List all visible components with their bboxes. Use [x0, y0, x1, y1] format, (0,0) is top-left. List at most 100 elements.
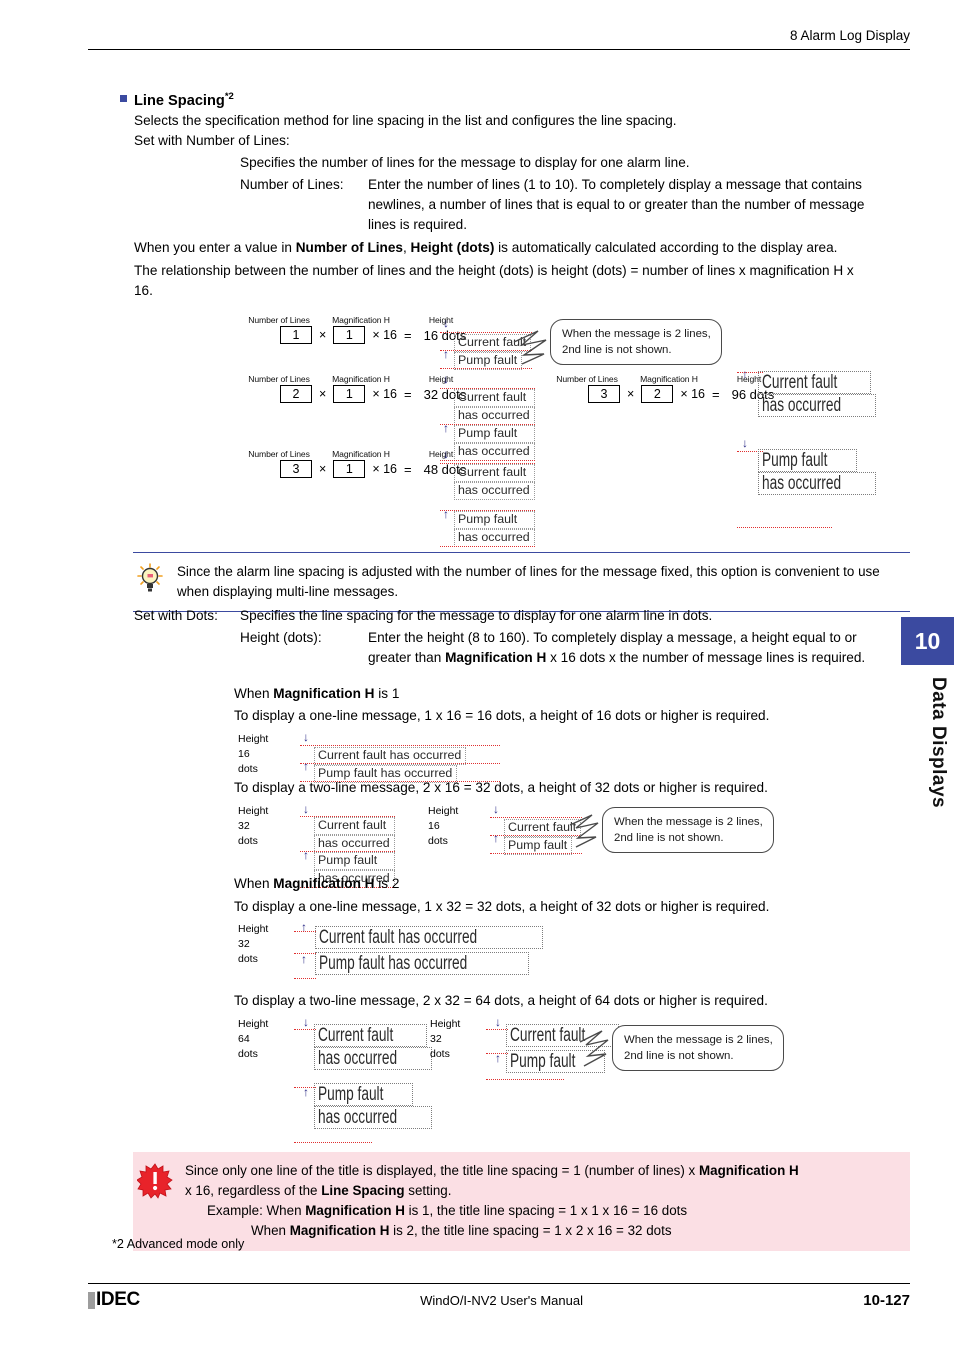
- section-body: Selects the specification method for lin…: [134, 111, 894, 301]
- page-footer: IDEC WindO/I-NV2 User's Manual 10-127: [88, 1289, 910, 1311]
- lines-value-1[interactable]: 1: [280, 326, 312, 344]
- idec-logo: IDEC: [88, 1289, 140, 1311]
- arrow-down-icon-32c: ↓: [495, 1015, 501, 1029]
- big-text-pf-64: Pump fault: [318, 1084, 384, 1105]
- boundary-line-32ba: [294, 931, 316, 932]
- boundary-line-64c: [294, 1142, 372, 1143]
- big-text-pfho-32b: Pump fault has occurred: [319, 953, 468, 974]
- message-line-pf-32a: Pump fault: [314, 852, 395, 870]
- page-header: 8 Alarm Log Display: [88, 28, 910, 50]
- height-caption-label-16b: Height: [428, 805, 459, 817]
- calc-header-lines-2: Number of Lines: [248, 374, 310, 384]
- warning-burst-icon: [133, 1161, 177, 1241]
- arrow-down-icon-big-1: ↓: [742, 436, 748, 450]
- warning-box: Since only one line of the title is disp…: [133, 1152, 910, 1251]
- callout-bubble-2: When the message is 2 lines, 2nd line is…: [602, 807, 774, 853]
- boundary-line-32cb: [486, 1053, 508, 1054]
- mag2-one-line-text: To display a one-line message, 1 x 32 = …: [234, 899, 770, 914]
- height-caption-label-64: Height: [238, 1018, 269, 1030]
- big-line-has-occurred-1: has occurred: [758, 394, 876, 417]
- auto-calc-mid: ,: [402, 240, 411, 255]
- mul16-4: × 16: [680, 387, 705, 401]
- calc-header-lines-3: Number of Lines: [248, 449, 310, 459]
- magnification-value-4[interactable]: 2: [641, 385, 674, 403]
- warning-ex2-pre: When: [251, 1223, 290, 1238]
- mag1-heading-bold: Magnification H: [273, 686, 375, 701]
- big-line-pf-64: Pump fault: [314, 1083, 413, 1106]
- boundary-line-32bc: [294, 978, 316, 979]
- warning-ex2-post: is 2, the title line spacing = 1 x 2 x 1…: [389, 1223, 672, 1238]
- height-caption-label-32a: Height: [238, 805, 269, 817]
- warning-example-1: Example: When Magnification H is 1, the …: [207, 1201, 897, 1221]
- logo-text: IDEC: [96, 1289, 140, 1310]
- message-line-current-fault-2: Current fault: [454, 389, 535, 407]
- big-text-ho-64a: has occurred: [318, 1048, 398, 1069]
- warning-l2-bold: Line Spacing: [321, 1183, 405, 1198]
- magnification-value-1[interactable]: 1: [333, 326, 366, 344]
- magnification-value-3[interactable]: 1: [333, 460, 366, 478]
- calc-header-lines-4: Number of Lines: [556, 374, 618, 384]
- height-caption-value-64: 64 dots: [238, 1033, 258, 1060]
- message-line-current-fault-3: Current fault: [454, 464, 535, 482]
- boundary-line-64a: [294, 1029, 316, 1030]
- section-title-text: Line Spacing: [134, 92, 225, 109]
- lines-value-3[interactable]: 3: [280, 460, 312, 478]
- mul16-2: × 16: [372, 387, 397, 401]
- arrow-down-icon-16b: ↓: [493, 802, 499, 816]
- arrow-up-icon-64: ↑: [303, 1085, 309, 1099]
- message-line-has-occurred-2a: has occurred: [454, 407, 535, 425]
- boundary-line-3c: [440, 546, 535, 547]
- set-with-number-label: Set with Number of Lines:: [134, 133, 290, 148]
- set-with-dots-text: Specifies the line spacing for the messa…: [240, 608, 713, 623]
- lines-value-4[interactable]: 3: [588, 385, 620, 403]
- mag2-heading-pre: When: [234, 876, 274, 891]
- height-dots-post: x 16 dots x the number of message lines …: [546, 650, 866, 665]
- chapter-side-tab: 10 Data Displays: [901, 617, 954, 808]
- arrow-down-icon-1: ↓: [443, 316, 449, 330]
- big-line-pfho-32b: Pump fault has occurred: [315, 952, 529, 975]
- lightbulb-icon: [133, 562, 167, 602]
- big-line-ho-64b: has occurred: [314, 1106, 432, 1129]
- height-caption-16b: Height 16 dots: [428, 804, 458, 849]
- running-head: 8 Alarm Log Display: [789, 28, 910, 43]
- mag1-two-line-text: To display a two-line message, 2 x 16 = …: [234, 780, 768, 795]
- height-caption-value-16: 16 dots: [238, 748, 258, 775]
- height-caption-label-16: Height: [238, 733, 269, 745]
- number-of-lines-diagram: Number of Lines Magnification H Height 1…: [0, 310, 954, 550]
- warning-example-2: When Magnification H is 2, the title lin…: [251, 1221, 897, 1241]
- warning-l2-pre: x 16, regardless of the: [185, 1183, 322, 1198]
- big-line-cfho-32b: Current fault has occurred: [315, 926, 543, 949]
- footer-rule: [88, 1283, 910, 1284]
- calc-header-mag-4: Magnification H: [640, 374, 698, 384]
- boundary-line-32bb: [294, 953, 316, 954]
- lines-value-2[interactable]: 2: [280, 385, 312, 403]
- arrow-down-icon-3: ↓: [443, 447, 449, 461]
- equals-4: =: [712, 386, 720, 402]
- times-symbol-1a: ×: [319, 328, 327, 342]
- times-symbol-4a: ×: [627, 387, 635, 401]
- equals-1: =: [404, 327, 412, 343]
- callout-bubble-1: When the message is 2 lines, 2nd line is…: [550, 319, 722, 365]
- warning-l1-pre: Since only one line of the title is disp…: [185, 1163, 699, 1178]
- message-line-has-occurred-3b: has occurred: [454, 529, 535, 547]
- height-caption-16: Height 16 dots: [238, 732, 268, 777]
- callout-line1-1: When the message is 2 lines,: [562, 328, 711, 340]
- number-of-lines-text: Enter the number of lines (1 to 10). To …: [368, 177, 865, 232]
- boundary-line-big-1c: [737, 527, 832, 528]
- mag2-two-line-text: To display a two-line message, 2 x 32 = …: [234, 993, 768, 1008]
- calc-header-mag-1: Magnification H: [332, 315, 390, 325]
- header-rule: [88, 49, 910, 50]
- auto-calc-paragraph: When you enter a value in Number of Line…: [134, 238, 894, 258]
- mag2-heading: When Magnification H is 2: [234, 874, 399, 894]
- arrow-down-icon-64: ↓: [303, 1015, 309, 1029]
- big-text-current-fault-1: Current fault: [762, 372, 838, 393]
- auto-calc-bold-2: Height (dots): [410, 240, 495, 255]
- big-text-has-occurred-1: has occurred: [762, 395, 842, 416]
- magnification-value-2[interactable]: 1: [333, 385, 366, 403]
- set-with-dots-row: Set with Dots: Specifies the line spacin…: [134, 606, 904, 626]
- mag2-heading-post: is 2: [374, 876, 400, 891]
- callout-line2-2: 2nd line is not shown.: [614, 832, 724, 844]
- calc-block-4: Number of Lines Magnification H Height 3…: [548, 374, 786, 403]
- height-dots-bold: Magnification H: [445, 650, 547, 665]
- callout-line1-3: When the message is 2 lines,: [624, 1034, 773, 1046]
